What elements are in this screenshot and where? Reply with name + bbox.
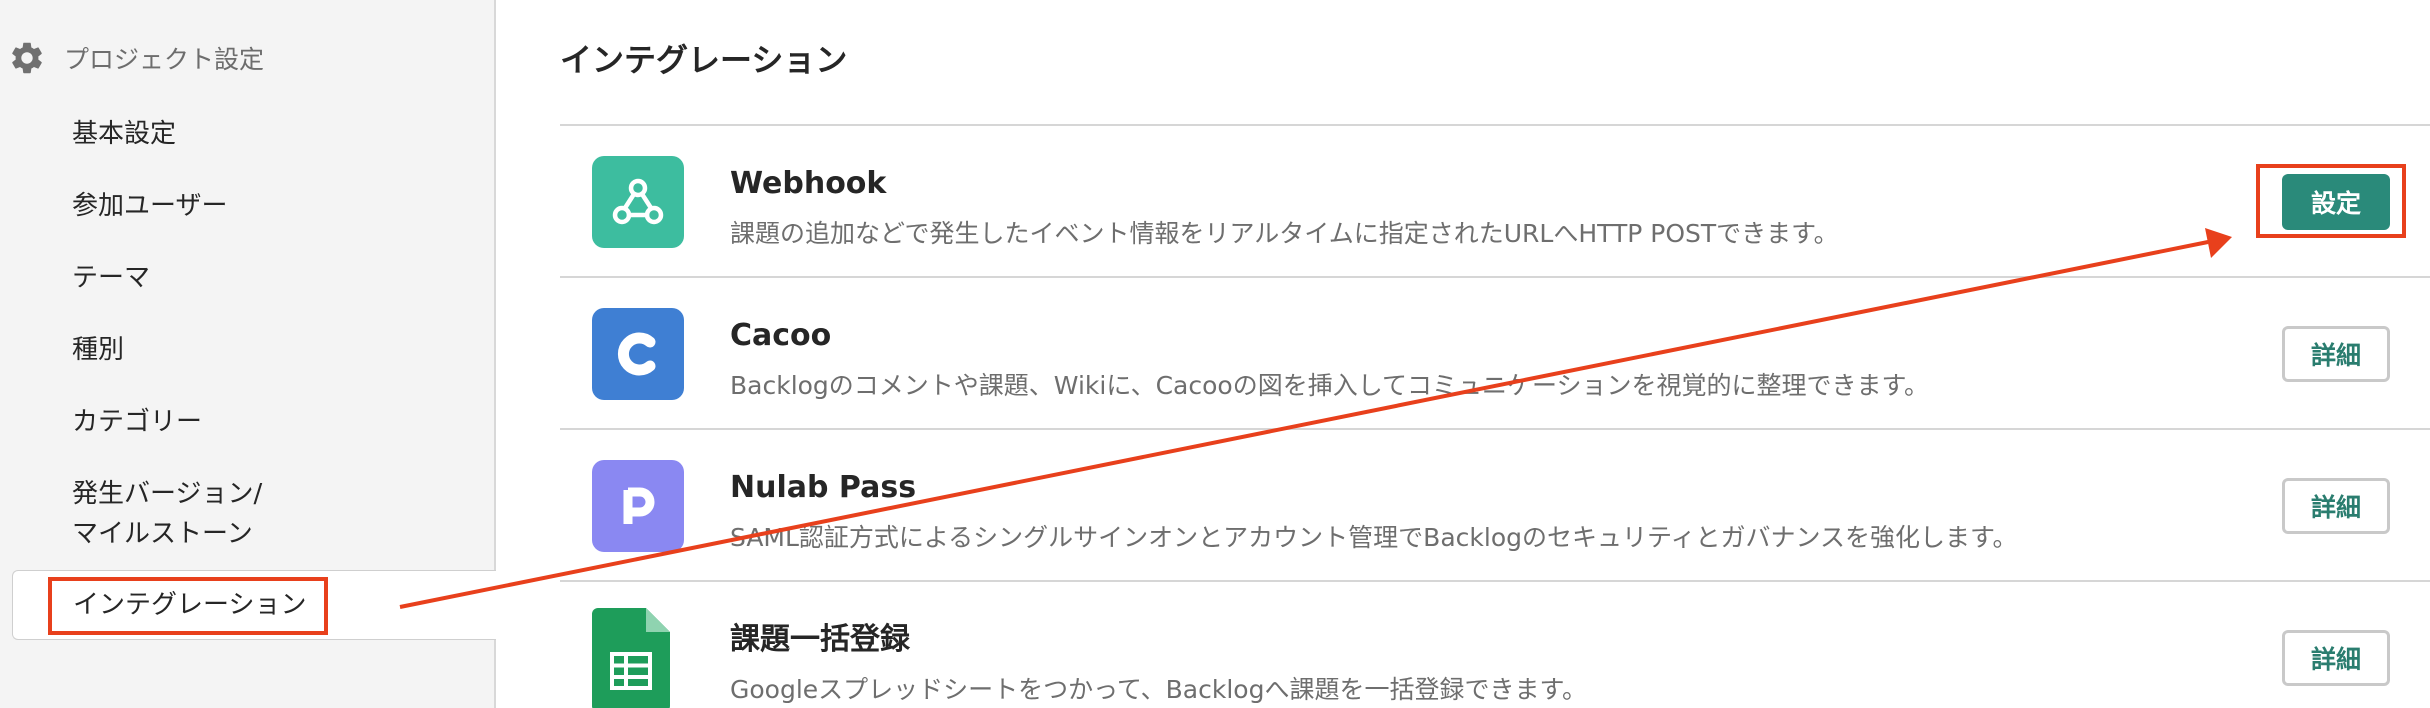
spreadsheet-icon: [592, 608, 670, 708]
integration-name: Webhook: [730, 166, 887, 201]
integration-row-bulk-import: 課題一括登録 Googleスプレッドシートをつかって、Backlogへ課題を一括…: [560, 582, 2430, 708]
webhook-icon: [592, 156, 684, 248]
details-button[interactable]: 詳細: [2282, 326, 2390, 382]
sidebar-item-members[interactable]: 参加ユーザー: [72, 186, 227, 226]
integration-description: Backlogのコメントや課題、Wikiに、Cacooの図を挿入してコミュニケー…: [730, 371, 1929, 400]
cacoo-icon: [592, 308, 684, 400]
sidebar-item-basic-settings[interactable]: 基本設定: [72, 114, 176, 154]
integration-row-nulab-pass: Nulab Pass SAML認証方式によるシングルサインオンとアカウント管理で…: [560, 430, 2430, 582]
sidebar-item-integrations[interactable]: インテグレーション: [12, 570, 496, 640]
sidebar-item-versions-line2[interactable]: マイルストーン: [72, 514, 253, 554]
integration-row-webhook: Webhook 課題の追加などで発生したイベント情報をリアルタイムに指定されたU…: [560, 126, 2430, 278]
sidebar-header-label: プロジェクト設定: [64, 45, 265, 74]
integration-description: Googleスプレッドシートをつかって、Backlogへ課題を一括登録できます。: [730, 675, 1587, 704]
page-title: インテグレーション: [560, 41, 848, 79]
integration-row-cacoo: Cacoo Backlogのコメントや課題、Wikiに、Cacooの図を挿入して…: [560, 278, 2430, 430]
integration-description: 課題の追加などで発生したイベント情報をリアルタイムに指定されたURLへHTTP …: [730, 219, 1839, 248]
details-button[interactable]: 詳細: [2282, 630, 2390, 686]
nulab-pass-icon: [592, 460, 684, 552]
sidebar-item-categories[interactable]: カテゴリー: [72, 402, 202, 442]
sidebar: プロジェクト設定 基本設定 参加ユーザー テーマ 種別 カテゴリー 発生バージョ…: [0, 0, 496, 708]
integration-description: SAML認証方式によるシングルサインオンとアカウント管理でBacklogのセキュ…: [730, 523, 2018, 552]
integration-name: Nulab Pass: [730, 470, 917, 505]
sidebar-header: プロジェクト設定: [8, 38, 264, 78]
sidebar-item-theme[interactable]: テーマ: [72, 258, 150, 298]
details-button[interactable]: 詳細: [2282, 478, 2390, 534]
sidebar-item-issue-types[interactable]: 種別: [72, 330, 124, 370]
gear-icon: [12, 42, 42, 74]
sidebar-item-integrations-label: インテグレーション: [73, 590, 307, 620]
sidebar-item-versions-line1[interactable]: 発生バージョン/: [72, 474, 262, 514]
integration-name: 課題一括登録: [730, 622, 910, 657]
settings-button[interactable]: 設定: [2282, 174, 2390, 230]
integration-name: Cacoo: [730, 318, 832, 353]
